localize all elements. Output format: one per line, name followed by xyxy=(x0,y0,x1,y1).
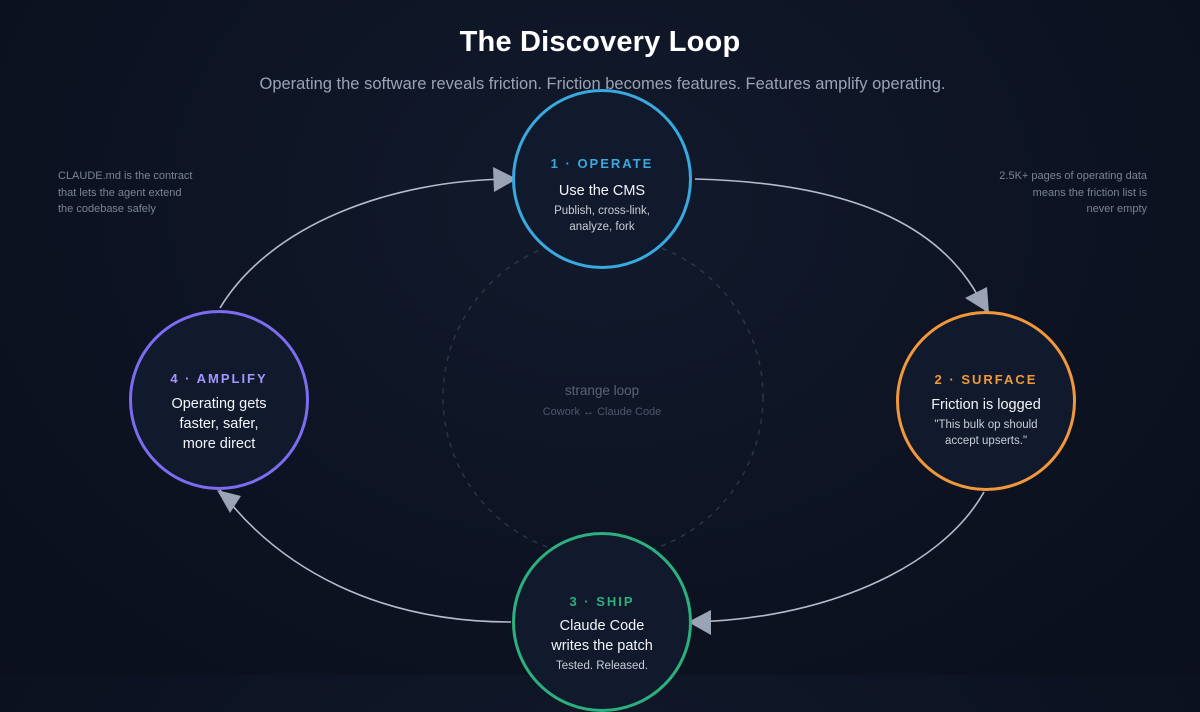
node-step-label: 4 · AMPLIFY xyxy=(170,371,268,386)
operating-data-note: 2.5K+ pages of operating data means the … xyxy=(972,168,1147,218)
node-detail-line: accept upserts." xyxy=(944,434,1028,447)
connector-surface-to-ship xyxy=(689,491,985,623)
node-headline-line: Use the CMS xyxy=(558,183,646,199)
contract-note-line: the codebase safely xyxy=(58,203,156,215)
operating-data-note-line: means the friction list is xyxy=(1032,186,1147,199)
center-sublabel: Cowork ↔ Claude Code xyxy=(542,406,662,418)
node-amplify: 4 · AMPLIFY Operating gets faster, safer… xyxy=(129,310,309,490)
node-surface: 2 · SURFACE Friction is logged "This bul… xyxy=(896,311,1076,491)
arrowhead-to-surface xyxy=(965,287,989,313)
node-headline-line: Operating gets xyxy=(171,396,267,412)
node-operate: 1 · OPERATE Use the CMS Publish, cross-l… xyxy=(512,89,692,269)
node-detail-line: "This bulk op should xyxy=(934,419,1038,431)
contract-note-line: CLAUDE.md is the contract xyxy=(58,170,193,182)
contract-note-line: that lets the agent extend xyxy=(58,186,182,199)
connector-amplify-to-operate xyxy=(219,178,511,309)
node-ship: 3 · SHIP Claude Code writes the patch Te… xyxy=(512,532,692,712)
connector-ship-to-amplify xyxy=(219,489,512,623)
operating-data-note-line: 2.5K+ pages of operating data xyxy=(999,170,1147,182)
operating-data-note-line: never empty xyxy=(1086,203,1147,215)
arrowhead-to-amplify xyxy=(217,490,241,513)
node-headline-line: Claude Code xyxy=(559,618,645,634)
contract-note: CLAUDE.md is the contract that lets the … xyxy=(58,168,218,218)
node-detail-line: analyze, fork xyxy=(569,220,635,233)
node-headline-line: writes the patch xyxy=(551,638,653,654)
node-step-label: 2 · SURFACE xyxy=(934,372,1038,387)
node-detail-line: Publish, cross-link, xyxy=(554,205,650,217)
connector-operate-to-surface xyxy=(694,178,987,313)
node-step-label: 3 · SHIP xyxy=(569,594,635,609)
node-headline-line: Friction is logged xyxy=(931,397,1041,413)
center-label: strange loop xyxy=(564,383,640,398)
node-headline-line: faster, safer, xyxy=(179,416,259,432)
node-detail-line: Tested. Released. xyxy=(555,660,649,672)
node-headline-line: more direct xyxy=(182,436,256,452)
node-step-label: 1 · OPERATE xyxy=(550,156,654,171)
